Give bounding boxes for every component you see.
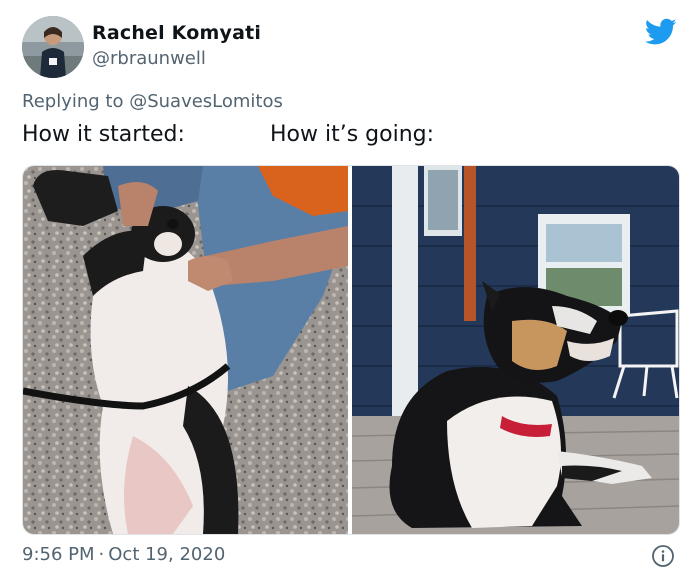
info-icon[interactable]: [651, 544, 675, 568]
tweet-time: 9:56 PM: [22, 544, 95, 565]
caption-right: How it’s going:: [270, 122, 435, 147]
dog-on-porch-photo[interactable]: [352, 166, 679, 534]
tweet-card: Rachel Komyati @rbraunwell Replying to @…: [0, 0, 696, 582]
media-grid: [22, 165, 680, 535]
caption-left: How it started:: [22, 122, 185, 147]
timestamp-separator: ·: [98, 544, 105, 565]
author-handle[interactable]: @rbraunwell: [92, 48, 206, 69]
tweet-date: Oct 19, 2020: [108, 544, 226, 565]
twitter-bird-icon[interactable]: [645, 18, 677, 46]
reply-mention-link[interactable]: @SuavesLomitos: [129, 91, 283, 112]
author-avatar[interactable]: [22, 16, 84, 78]
reply-prefix: Replying to: [22, 91, 130, 112]
tweet-timestamp[interactable]: 9:56 PM · Oct 19, 2020: [22, 544, 225, 565]
reply-context: Replying to @SuavesLomitos: [22, 91, 283, 112]
author-name[interactable]: Rachel Komyati: [92, 22, 261, 44]
dog-on-back-photo[interactable]: [23, 166, 348, 534]
